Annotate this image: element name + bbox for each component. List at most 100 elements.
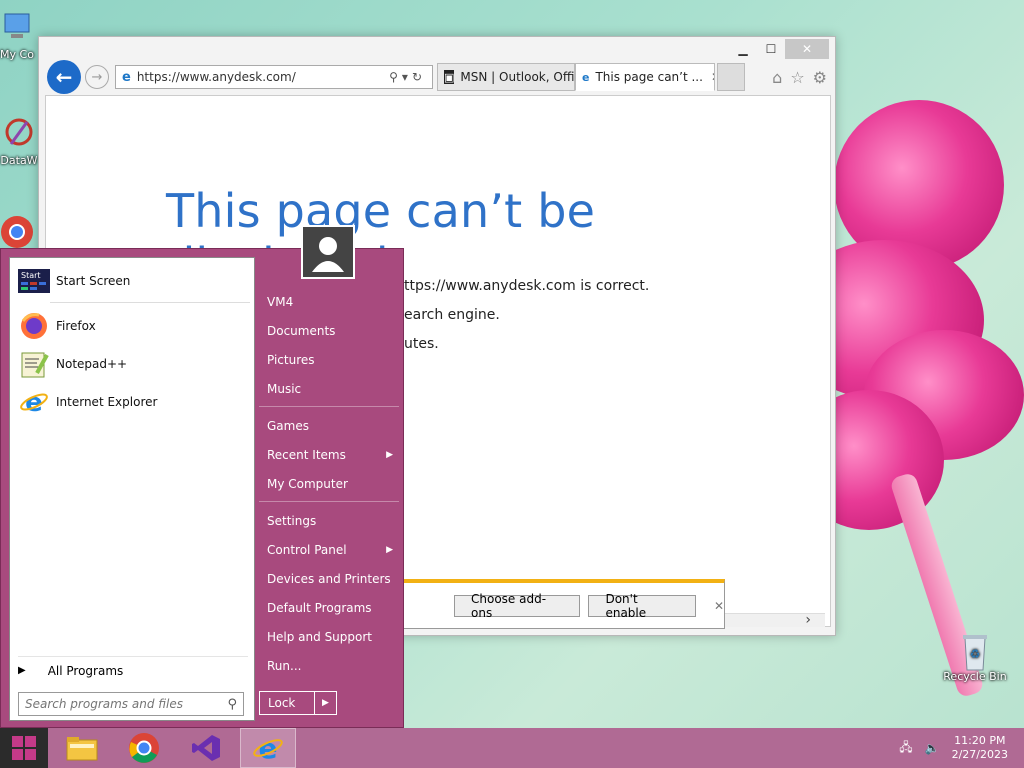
all-programs-item[interactable]: ▶ All Programs — [18, 656, 248, 680]
menu-label: Pictures — [267, 352, 315, 367]
menu-item-control-panel[interactable]: Control Panel ▶ — [259, 535, 399, 564]
menu-item-devices-printers[interactable]: Devices and Printers — [259, 564, 399, 593]
maximize-button[interactable]: ☐ — [757, 39, 785, 59]
error-line-1: ttps://www.anydesk.com is correct. — [404, 278, 650, 294]
ie-page-icon: e — [122, 69, 131, 85]
favorites-star-icon[interactable]: ☆ — [790, 68, 804, 87]
visual-studio-icon — [192, 735, 220, 761]
choose-addons-button[interactable]: Choose add-ons — [454, 592, 581, 620]
address-tools[interactable]: ⚲▾↻ — [389, 70, 426, 84]
submenu-arrow-icon: ▶ — [386, 449, 393, 460]
pinned-label: Notepad++ — [56, 357, 128, 371]
error-line-2: earch engine. — [404, 307, 500, 323]
taskbar-chrome[interactable] — [116, 728, 172, 768]
chrome-icon — [0, 214, 35, 250]
settings-gear-icon[interactable]: ⚙ — [813, 68, 827, 87]
recycle-bin-icon: ♻ — [957, 632, 993, 671]
menu-item-games[interactable]: Games — [259, 411, 399, 440]
divider — [259, 501, 399, 502]
menu-label: Games — [267, 418, 309, 433]
start-button[interactable] — [0, 728, 48, 768]
refresh-icon[interactable]: ↻ — [412, 70, 426, 84]
chrome-icon — [129, 733, 159, 763]
volume-icon[interactable]: 🔈 — [925, 741, 940, 755]
svg-text:♻: ♻ — [970, 647, 981, 661]
menu-item-settings[interactable]: Settings — [259, 506, 399, 535]
pinned-start-screen[interactable]: Start Start Screen — [14, 262, 250, 300]
menu-label: My Computer — [267, 476, 348, 491]
submenu-arrow-icon: ▶ — [386, 544, 393, 555]
taskbar: e 🖧 🔈 11:20 PM 2/27/2023 — [0, 728, 1024, 768]
close-button[interactable]: ✕ — [785, 39, 829, 59]
dont-enable-button[interactable]: Don't enable — [588, 592, 696, 620]
taskbar-visual-studio[interactable] — [178, 728, 234, 768]
new-tab-button[interactable] — [717, 63, 745, 91]
clock-date: 2/27/2023 — [951, 748, 1008, 761]
lock-control: Lock ▶ — [259, 691, 337, 715]
menu-label: VM4 — [267, 294, 294, 309]
tab-label: MSN | Outlook, Offi... — [460, 70, 575, 84]
network-icon[interactable]: 🖧 — [899, 738, 912, 759]
scroll-right-icon[interactable]: › — [805, 612, 811, 628]
tab-error-page[interactable]: e This page can’t ... ✕ — [575, 63, 715, 91]
user-avatar[interactable] — [301, 225, 355, 279]
minimize-button[interactable]: ▁ — [729, 39, 757, 59]
menu-item-my-computer[interactable]: My Computer — [259, 469, 399, 498]
menu-label: Documents — [267, 323, 336, 338]
menu-label: Settings — [267, 513, 317, 528]
address-bar[interactable]: e https://www.anydesk.com/ ⚲▾↻ — [115, 65, 433, 89]
search-input[interactable] — [25, 697, 205, 711]
navigation-bar: ← → e https://www.anydesk.com/ ⚲▾↻ ▣ MSN… — [47, 60, 827, 94]
menu-item-music[interactable]: Music — [259, 374, 399, 403]
clock-time: 11:20 PM — [954, 734, 1006, 747]
divider — [259, 406, 399, 407]
folder-icon — [66, 737, 98, 761]
arrow-left-icon: ← — [55, 65, 73, 89]
tab-msn[interactable]: ▣ MSN | Outlook, Offi... — [437, 63, 575, 91]
menu-item-vm4[interactable]: VM4 — [259, 287, 399, 316]
menu-item-recent-items[interactable]: Recent Items ▶ — [259, 440, 399, 469]
lock-button[interactable]: Lock — [259, 691, 315, 715]
menu-item-default-programs[interactable]: Default Programs — [259, 593, 399, 622]
desktop-icon-recycle-bin[interactable]: ♻ Recycle Bin — [940, 632, 1010, 683]
tab-label: This page can’t ... — [595, 70, 703, 84]
triangle-right-icon: ▶ — [18, 665, 26, 676]
user-icon — [312, 237, 344, 272]
home-icon[interactable]: ⌂ — [772, 68, 782, 87]
menu-label: Music — [267, 381, 302, 396]
forward-button[interactable]: → — [85, 65, 109, 89]
system-tray: 🖧 🔈 11:20 PM 2/27/2023 — [899, 734, 1024, 762]
taskbar-file-explorer[interactable] — [54, 728, 110, 768]
pinned-programs: Start Start Screen Firefox Notepad++ e I… — [14, 262, 250, 421]
tab-close-icon[interactable]: ✕ — [711, 70, 714, 84]
taskbar-internet-explorer[interactable]: e — [240, 728, 296, 768]
pinned-internet-explorer[interactable]: e Internet Explorer — [14, 383, 250, 421]
menu-label: Control Panel — [267, 542, 347, 557]
search-icon[interactable]: ⚲ — [227, 697, 237, 712]
menu-label: Default Programs — [267, 600, 372, 615]
divider — [50, 302, 250, 303]
menu-item-pictures[interactable]: Pictures — [259, 345, 399, 374]
menu-item-help-support[interactable]: Help and Support — [259, 622, 399, 651]
svg-text:Start: Start — [21, 271, 41, 280]
computer-icon — [0, 10, 35, 46]
back-button[interactable]: ← — [47, 60, 81, 94]
pinned-firefox[interactable]: Firefox — [14, 307, 250, 345]
search-icon[interactable]: ⚲ — [389, 70, 402, 84]
firefox-icon — [18, 310, 50, 342]
start-menu-right-pane: VM4 Documents Pictures Music Games Recen… — [259, 287, 399, 680]
menu-item-run[interactable]: Run... — [259, 651, 399, 680]
lock-options-button[interactable]: ▶ — [315, 691, 337, 715]
menu-item-documents[interactable]: Documents — [259, 316, 399, 345]
svg-text:e: e — [25, 388, 43, 417]
datawrangler-icon — [1, 116, 37, 152]
notification-close-icon[interactable]: ✕ — [714, 599, 724, 613]
pinned-notepadpp[interactable]: Notepad++ — [14, 345, 250, 383]
dropdown-icon[interactable]: ▾ — [402, 70, 412, 84]
clock[interactable]: 11:20 PM 2/27/2023 — [952, 734, 1008, 762]
search-box[interactable]: ⚲ — [18, 692, 244, 716]
windows-logo-icon — [12, 736, 36, 760]
triangle-right-icon: ▶ — [322, 698, 329, 708]
ie-icon: e — [18, 386, 50, 418]
ie-icon: e — [253, 732, 283, 764]
